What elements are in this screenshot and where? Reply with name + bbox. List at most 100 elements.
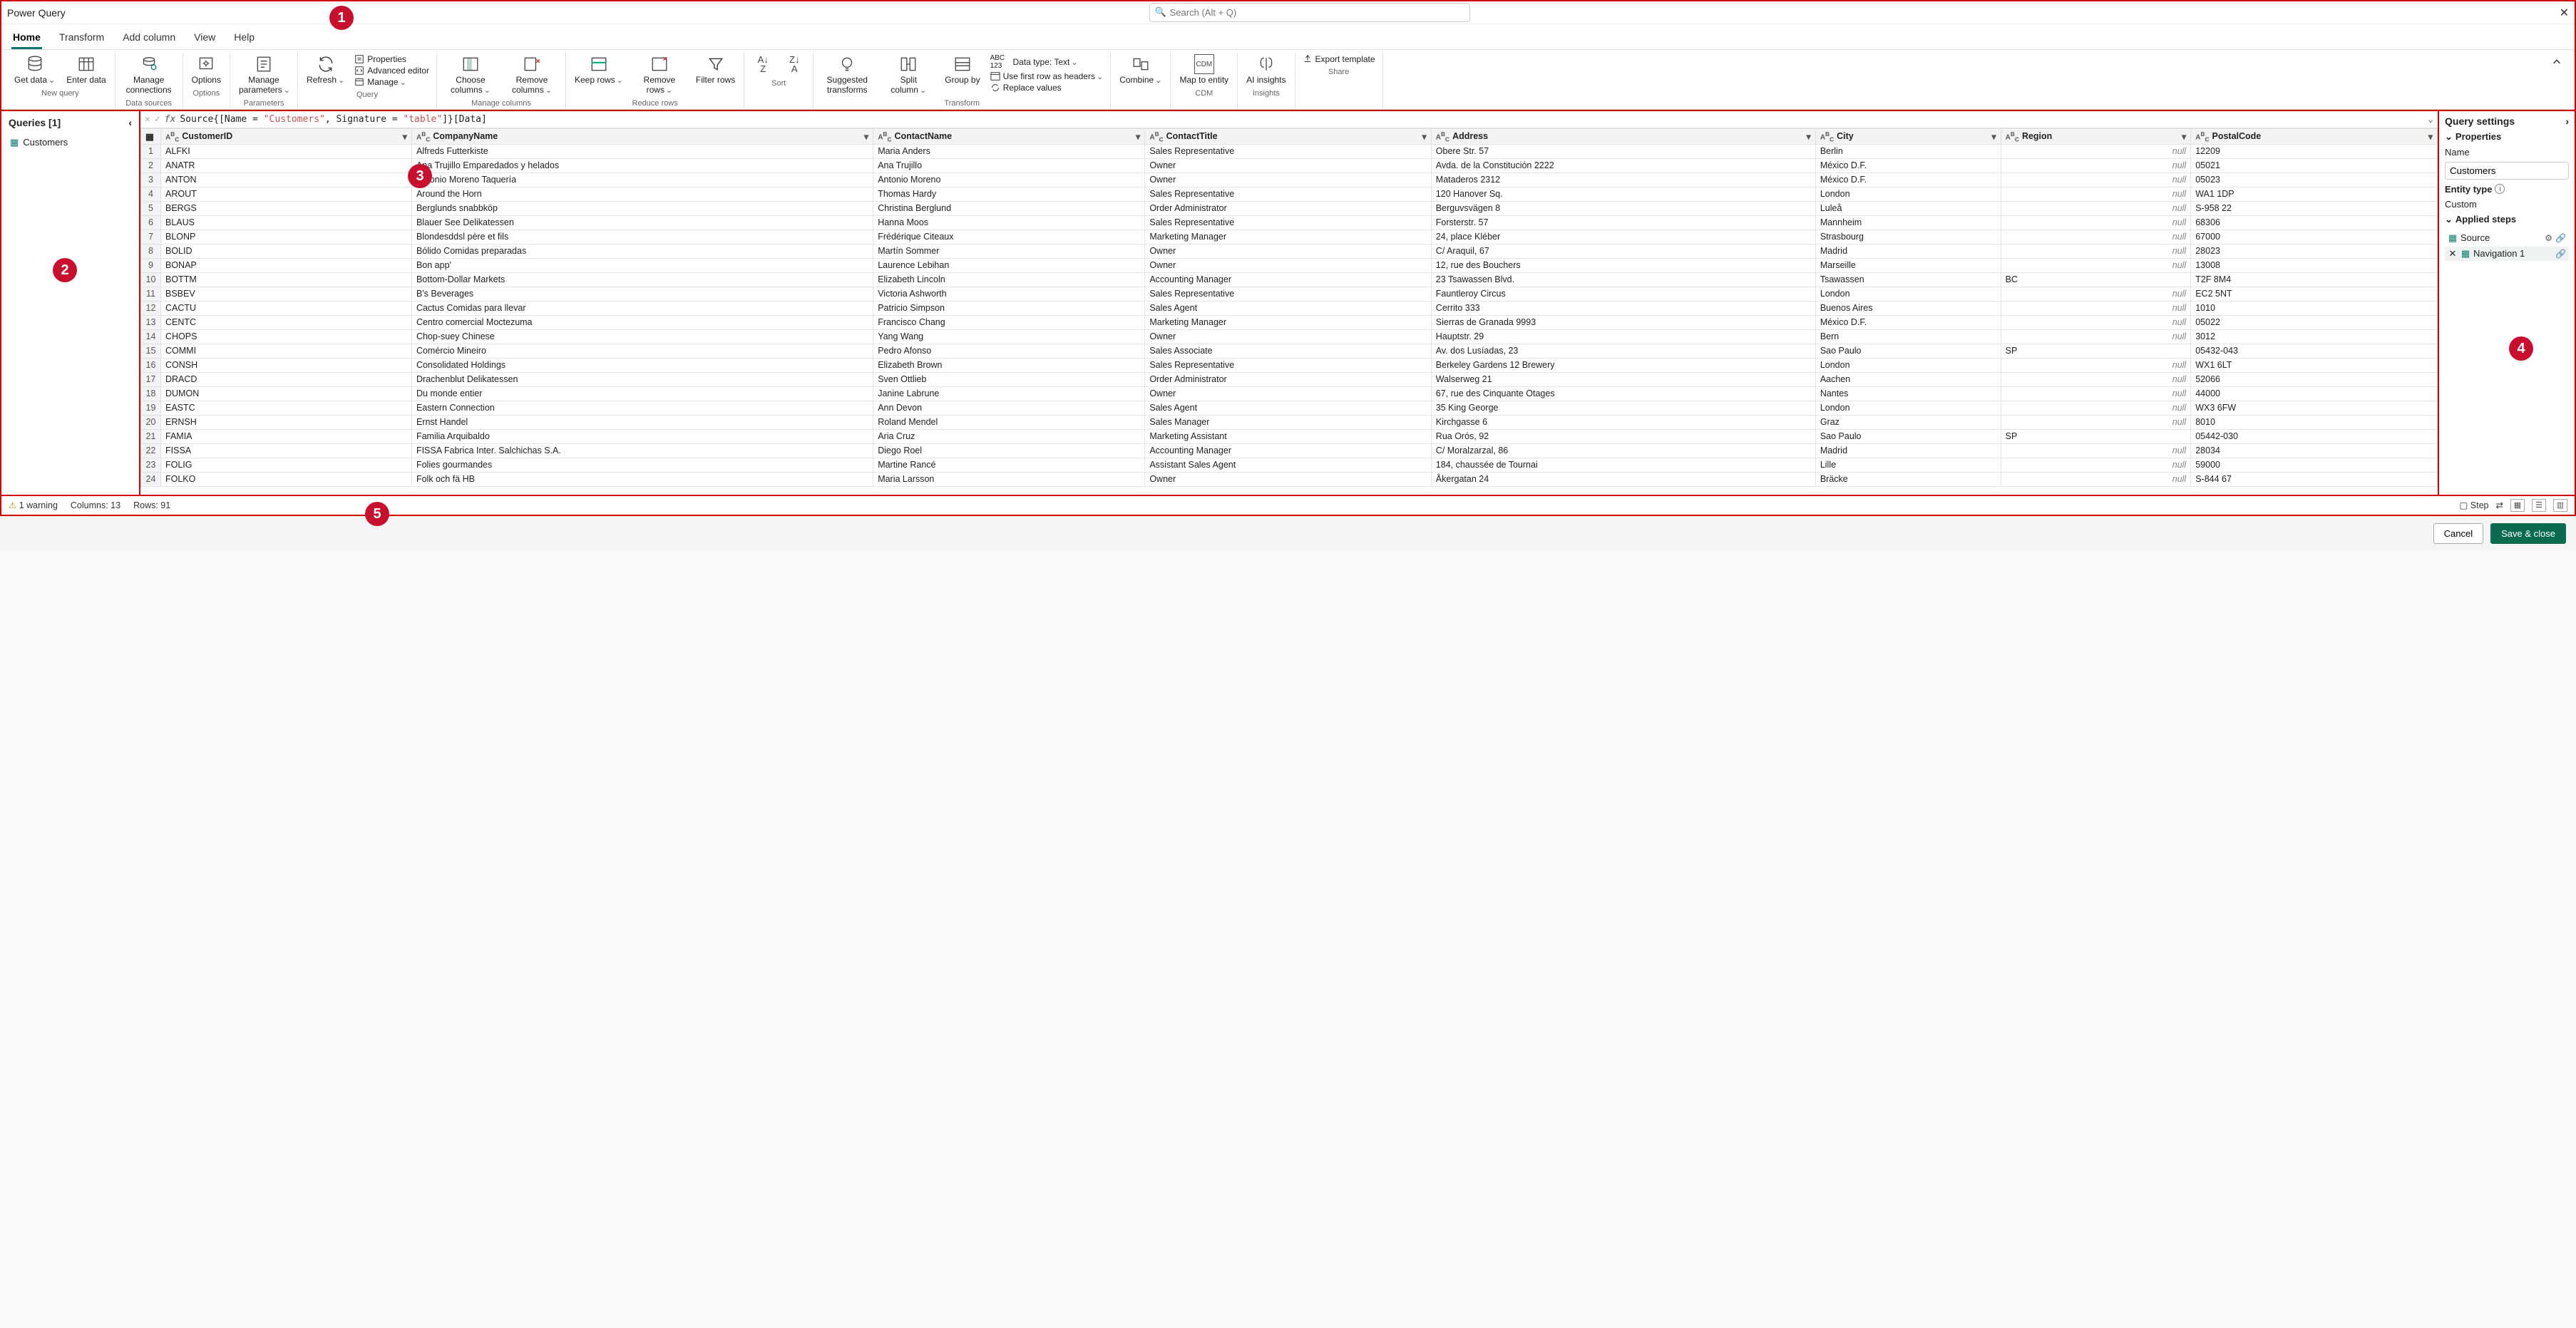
tab-help[interactable]: Help: [232, 27, 256, 49]
cell[interactable]: CACTU: [161, 301, 412, 315]
cell[interactable]: 12209: [2191, 144, 2438, 158]
cell[interactable]: Owner: [1145, 244, 1431, 258]
cell[interactable]: Buenos Aires: [1815, 301, 2001, 315]
cell[interactable]: Sales Agent: [1145, 301, 1431, 315]
column-header-address[interactable]: ABCAddress▾: [1431, 128, 1815, 144]
cell[interactable]: 28034: [2191, 443, 2438, 458]
cell[interactable]: Comércio Mineiro: [411, 344, 873, 358]
split-column-button[interactable]: Split column: [879, 53, 938, 97]
cell[interactable]: ALFKI: [161, 144, 412, 158]
row-number[interactable]: 23: [141, 458, 161, 472]
table-row[interactable]: 8BOLIDBólido Comidas preparadasMartín So…: [141, 244, 2438, 258]
filter-dropdown-icon[interactable]: ▾: [403, 131, 407, 142]
cell[interactable]: FISSA: [161, 443, 412, 458]
table-row[interactable]: 23FOLIGFolies gourmandesMartine RancéAss…: [141, 458, 2438, 472]
cell[interactable]: null: [2001, 401, 2191, 415]
cell[interactable]: BONAP: [161, 258, 412, 272]
cell[interactable]: Blauer See Delikatessen: [411, 215, 873, 230]
cell[interactable]: Sao Paulo: [1815, 429, 2001, 443]
cell[interactable]: Yang Wang: [873, 329, 1145, 344]
cell[interactable]: Av. dos Lusíadas, 23: [1431, 344, 1815, 358]
query-name-input[interactable]: [2445, 162, 2569, 180]
row-number[interactable]: 6: [141, 215, 161, 230]
cell[interactable]: SP: [2001, 344, 2191, 358]
cell[interactable]: Graz: [1815, 415, 2001, 429]
cell[interactable]: Luleå: [1815, 201, 2001, 215]
cell[interactable]: Hanna Moos: [873, 215, 1145, 230]
cell[interactable]: Rua Orós, 92: [1431, 429, 1815, 443]
table-row[interactable]: 15COMMIComércio MineiroPedro AfonsoSales…: [141, 344, 2438, 358]
cell[interactable]: Martine Rancé: [873, 458, 1145, 472]
table-row[interactable]: 3ANTONAntonio Moreno TaqueríaAntonio Mor…: [141, 173, 2438, 187]
cell[interactable]: Maria Larsson: [873, 472, 1145, 486]
table-row[interactable]: 14CHOPSChop-suey ChineseYang WangOwnerHa…: [141, 329, 2438, 344]
cell[interactable]: 12, rue des Bouchers: [1431, 258, 1815, 272]
cell[interactable]: Ana Trujillo Emparedados y helados: [411, 158, 873, 173]
table-row[interactable]: 21FAMIAFamilia ArquibaldoAria CruzMarket…: [141, 429, 2438, 443]
cell[interactable]: Bern: [1815, 329, 2001, 344]
cell[interactable]: Owner: [1145, 158, 1431, 173]
cell[interactable]: SP: [2001, 429, 2191, 443]
cell[interactable]: COMMI: [161, 344, 412, 358]
cell[interactable]: WX3 6FW: [2191, 401, 2438, 415]
row-number[interactable]: 12: [141, 301, 161, 315]
cell[interactable]: Christina Berglund: [873, 201, 1145, 215]
cell[interactable]: Walserweg 21: [1431, 372, 1815, 386]
cell[interactable]: Berlin: [1815, 144, 2001, 158]
cell[interactable]: Cactus Comidas para llevar: [411, 301, 873, 315]
row-number[interactable]: 9: [141, 258, 161, 272]
column-header-city[interactable]: ABCCity▾: [1815, 128, 2001, 144]
cell[interactable]: 05442-030: [2191, 429, 2438, 443]
gear-icon[interactable]: ⚙: [2545, 233, 2552, 243]
cell[interactable]: 67000: [2191, 230, 2438, 244]
cell[interactable]: London: [1815, 187, 2001, 201]
row-number[interactable]: 10: [141, 272, 161, 287]
cell[interactable]: Frédérique Citeaux: [873, 230, 1145, 244]
cell[interactable]: null: [2001, 443, 2191, 458]
cell[interactable]: null: [2001, 258, 2191, 272]
cell[interactable]: Order Administrator: [1145, 372, 1431, 386]
tab-add-column[interactable]: Add column: [121, 27, 177, 49]
filter-dropdown-icon[interactable]: ▾: [1991, 131, 1996, 142]
step-source[interactable]: ▦ Source ⚙ 🔗: [2445, 231, 2569, 245]
cell[interactable]: null: [2001, 415, 2191, 429]
cell[interactable]: Sales Associate: [1145, 344, 1431, 358]
cell[interactable]: Order Administrator: [1145, 201, 1431, 215]
cell[interactable]: null: [2001, 173, 2191, 187]
cell[interactable]: Maria Anders: [873, 144, 1145, 158]
cell[interactable]: México D.F.: [1815, 173, 2001, 187]
cell[interactable]: Mataderos 2312: [1431, 173, 1815, 187]
filter-dropdown-icon[interactable]: ▾: [2182, 131, 2186, 142]
cell[interactable]: BLAUS: [161, 215, 412, 230]
link-icon[interactable]: 🔗: [2555, 233, 2566, 243]
cell[interactable]: Sales Representative: [1145, 287, 1431, 301]
table-row[interactable]: 22FISSAFISSA Fabrica Inter. Salchichas S…: [141, 443, 2438, 458]
cell[interactable]: Madrid: [1815, 244, 2001, 258]
cell[interactable]: Elizabeth Brown: [873, 358, 1145, 372]
close-icon[interactable]: ✕: [2560, 6, 2569, 20]
cell[interactable]: Strasbourg: [1815, 230, 2001, 244]
table-row[interactable]: 9BONAPBon app'Laurence LebihanOwner12, r…: [141, 258, 2438, 272]
cell[interactable]: Tsawassen: [1815, 272, 2001, 287]
cell[interactable]: BOLID: [161, 244, 412, 258]
cell[interactable]: Obere Str. 57: [1431, 144, 1815, 158]
step-navigation[interactable]: ✕ ▦ Navigation 1 🔗: [2445, 247, 2569, 261]
table-row[interactable]: 20ERNSHErnst HandelRoland MendelSales Ma…: [141, 415, 2438, 429]
table-row[interactable]: 19EASTCEastern ConnectionAnn DevonSales …: [141, 401, 2438, 415]
cell[interactable]: BC: [2001, 272, 2191, 287]
cell[interactable]: Fauntleroy Circus: [1431, 287, 1815, 301]
cancel-button[interactable]: Cancel: [2433, 523, 2483, 544]
cell[interactable]: Cerrito 333: [1431, 301, 1815, 315]
cell[interactable]: Aria Cruz: [873, 429, 1145, 443]
cell[interactable]: CONSH: [161, 358, 412, 372]
cell[interactable]: ANTON: [161, 173, 412, 187]
row-number[interactable]: 24: [141, 472, 161, 486]
cell[interactable]: Hauptstr. 29: [1431, 329, 1815, 344]
formula-text[interactable]: Source{[Name = "Customers", Signature = …: [180, 114, 2423, 125]
cell[interactable]: Lille: [1815, 458, 2001, 472]
cell[interactable]: Blondesddsl père et fils: [411, 230, 873, 244]
cell[interactable]: Antonio Moreno Taquería: [411, 173, 873, 187]
cell[interactable]: null: [2001, 244, 2191, 258]
table-corner-icon[interactable]: ▦: [145, 132, 154, 142]
cell[interactable]: 44000: [2191, 386, 2438, 401]
